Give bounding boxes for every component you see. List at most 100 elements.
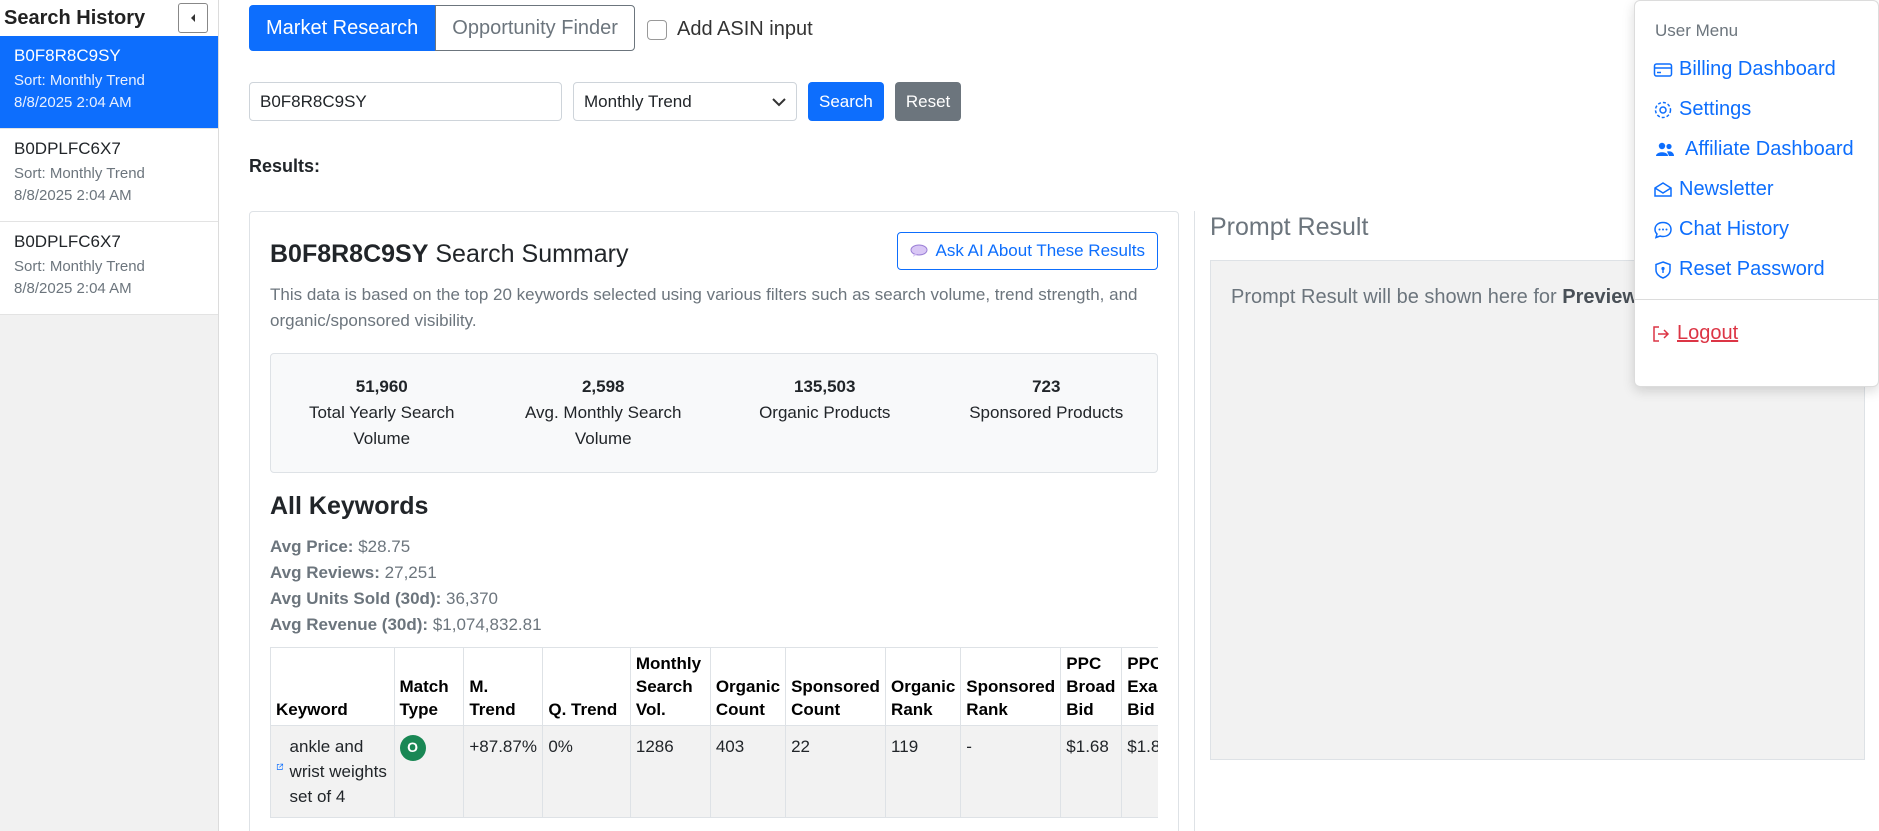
history-item-date: 8/8/2025 2:04 AM (14, 94, 132, 111)
stat-label: Total Yearly Search Volume (308, 403, 455, 448)
history-item-asin: B0DPLFC6X7 (14, 139, 121, 158)
menu-logout[interactable]: Logout (1651, 322, 1738, 345)
add-asin-input-toggle[interactable]: Add ASIN input (647, 18, 813, 41)
history-item[interactable]: B0F8R8C9SY Sort: Monthly Trend 8/8/2025 … (0, 36, 218, 129)
search-row: B0F8R8C9SY Monthly Trend Search Reset (249, 82, 962, 121)
cell-m-trend: +87.87% (463, 725, 544, 818)
keyword-text: ankle and wrist weights set of 4 (289, 737, 387, 806)
ask-ai-label: Ask AI About These Results (935, 241, 1145, 260)
summary-title: B0F8R8C9SY Search Summary (270, 240, 628, 269)
menu-settings[interactable]: Settings (1653, 98, 1751, 121)
cell-organic-count: 403 (709, 725, 787, 818)
history-item-date: 8/8/2025 2:04 AM (14, 187, 132, 204)
avg-price-value: $28.75 (358, 537, 411, 556)
cell-keyword: ankle and wrist weights set of 4 (270, 725, 395, 818)
col-match-type[interactable]: Match Type (393, 647, 465, 726)
cell-monthly-volume: 1286 (629, 725, 711, 818)
col-monthly-volume[interactable]: Monthly Search Vol. (629, 647, 711, 726)
menu-item-label: Newsletter (1679, 178, 1774, 200)
stat-value: 51,960 (355, 377, 408, 396)
menu-billing-dashboard[interactable]: Billing Dashboard (1653, 58, 1836, 81)
prompt-result-title: Prompt Result (1210, 213, 1369, 241)
history-item-asin: B0DPLFC6X7 (14, 232, 121, 251)
match-type-badge: O (399, 734, 426, 761)
avg-revenue-row: Avg Revenue (30d): $1,074,832.81 (270, 612, 542, 638)
search-summary-card: B0F8R8C9SY Search Summary Ask AI About T… (249, 211, 1179, 831)
reset-button[interactable]: Reset (894, 82, 962, 121)
chevron-down-icon (772, 97, 786, 106)
col-q-trend[interactable]: Q. Trend (542, 647, 631, 726)
summary-description: This data is based on the top 20 keyword… (270, 285, 1138, 330)
sort-select[interactable]: Monthly Trend (573, 82, 797, 121)
avg-reviews-label: Avg Reviews: (270, 563, 380, 582)
stat-sponsored-products: 723 Sponsored Products (936, 374, 1158, 472)
market-research-tab[interactable]: Market Research (249, 5, 436, 51)
history-item[interactable]: B0DPLFC6X7 Sort: Monthly Trend 8/8/2025 … (0, 129, 218, 222)
gear-icon (1654, 101, 1672, 118)
menu-item-label: Settings (1679, 98, 1752, 120)
col-sponsored-rank[interactable]: Sponsored Rank (960, 647, 1062, 726)
cell-ppc-broad-bid: $1.68 (1060, 725, 1123, 818)
stat-yearly-volume: 51,960 Total Yearly Search Volume (271, 374, 493, 472)
col-organic-count[interactable]: Organic Count (709, 647, 787, 726)
envelope-icon (1654, 181, 1672, 197)
col-sponsored-count[interactable]: Sponsored Count (785, 647, 887, 726)
opportunity-finder-tab[interactable]: Opportunity Finder (435, 5, 635, 51)
avg-reviews-row: Avg Reviews: 27,251 (270, 560, 542, 586)
shield-lock-icon (1655, 260, 1671, 279)
asin-search-input[interactable]: B0F8R8C9SY (249, 82, 562, 121)
sidebar-header: Search History (0, 0, 218, 36)
avg-price-row: Avg Price: $28.75 (270, 534, 542, 560)
col-keyword[interactable]: Keyword (270, 647, 395, 726)
history-item-sort: Sort: Monthly Trend (14, 72, 145, 89)
menu-reset-password[interactable]: Reset Password (1653, 258, 1825, 281)
menu-divider (1635, 299, 1878, 300)
avg-units-value: 36,370 (446, 589, 498, 608)
keyword-averages: Avg Price: $28.75 Avg Reviews: 27,251 Av… (270, 534, 542, 638)
chat-bubble-icon (910, 244, 928, 257)
history-item[interactable]: B0DPLFC6X7 Sort: Monthly Trend 8/8/2025 … (0, 222, 218, 315)
table-header-row: Keyword Match Type M. Trend Q. Trend Mon… (270, 647, 1158, 726)
logout-icon (1653, 325, 1670, 342)
stat-label: Organic Products (759, 403, 891, 422)
cell-ppc-exact-bid: $1.8 (1121, 725, 1158, 818)
sort-select-value: Monthly Trend (584, 91, 692, 111)
stat-value: 723 (1032, 377, 1061, 396)
stat-value: 2,598 (581, 377, 625, 396)
menu-item-label: Billing Dashboard (1679, 58, 1836, 80)
menu-item-label: Chat History (1679, 218, 1790, 240)
users-icon (1656, 142, 1674, 156)
prompt-placeholder: Prompt Result will be shown here for (1231, 286, 1557, 308)
col-ppc-exact-bid[interactable]: PPC Exact Bid (1121, 647, 1158, 726)
chevron-left-icon (191, 14, 195, 22)
avg-price-label: Avg Price: (270, 537, 354, 556)
stat-value: 135,503 (794, 377, 856, 396)
col-ppc-broad-bid[interactable]: PPC Broad Bid (1060, 647, 1123, 726)
history-item-asin: B0F8R8C9SY (14, 46, 121, 65)
keywords-table: Keyword Match Type M. Trend Q. Trend Mon… (270, 647, 1158, 818)
search-button[interactable]: Search (808, 82, 884, 121)
cell-organic-rank: 119 (885, 725, 962, 818)
col-m-trend[interactable]: M. Trend (463, 647, 544, 726)
ask-ai-button[interactable]: Ask AI About These Results (896, 232, 1158, 270)
cell-match-type: O (393, 725, 465, 818)
logout-label: Logout (1677, 322, 1739, 344)
menu-affiliate-dashboard[interactable]: Affiliate Dashboard (1655, 138, 1854, 161)
avg-revenue-value: $1,074,832.81 (432, 615, 542, 634)
collapse-sidebar-button[interactable] (178, 3, 208, 33)
all-keywords-title: All Keywords (270, 492, 429, 520)
add-asin-checkbox[interactable] (647, 19, 667, 40)
menu-chat-history[interactable]: Chat History (1653, 218, 1789, 241)
cell-q-trend: 0% (542, 725, 631, 818)
keywords-table-wrapper[interactable]: Keyword Match Type M. Trend Q. Trend Mon… (270, 647, 1158, 831)
stat-organic-products: 135,503 Organic Products (714, 374, 936, 472)
stat-label: Avg. Monthly Search Volume (524, 403, 682, 448)
avg-units-label: Avg Units Sold (30d): (270, 589, 442, 608)
external-link-icon[interactable] (276, 758, 284, 776)
col-organic-rank[interactable]: Organic Rank (885, 647, 962, 726)
results-label: Results: (249, 156, 321, 176)
menu-newsletter[interactable]: Newsletter (1653, 178, 1773, 201)
panel-divider (1194, 211, 1195, 831)
credit-card-icon (1653, 62, 1673, 77)
summary-asin: B0F8R8C9SY (270, 240, 429, 268)
